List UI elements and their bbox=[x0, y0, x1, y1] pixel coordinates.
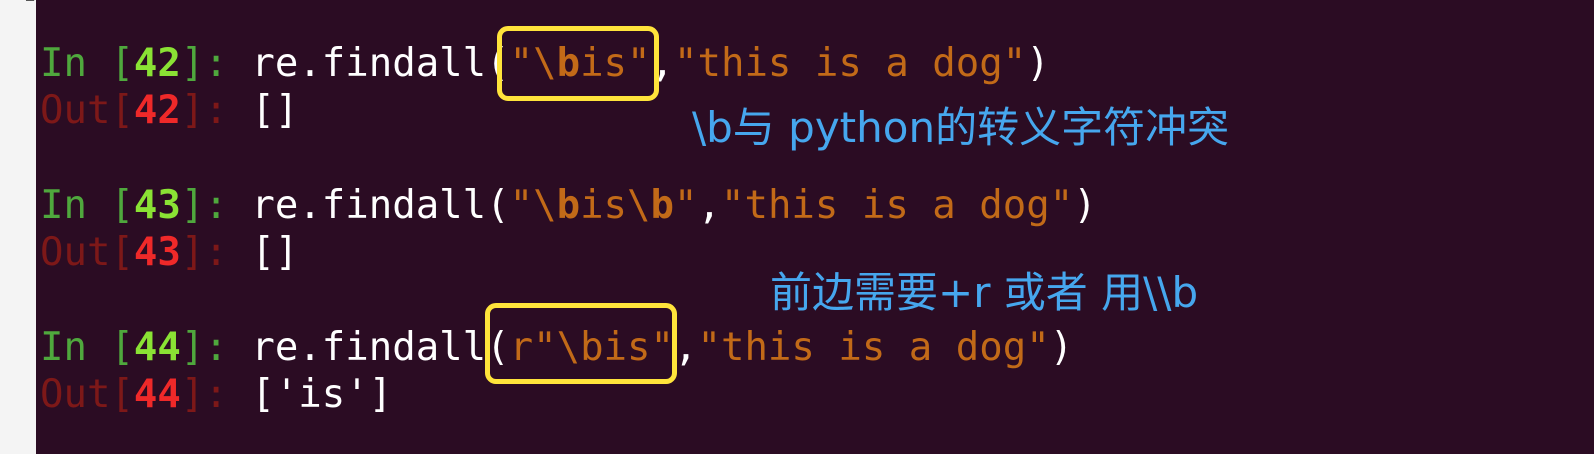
pattern-part-bold: b bbox=[650, 183, 675, 228]
out-prompt-number: 44 bbox=[133, 372, 181, 417]
highlight-box-raw-pattern bbox=[485, 303, 677, 384]
comma: , bbox=[674, 325, 698, 370]
out-prompt-prefix: Out[ bbox=[40, 88, 134, 133]
left-margin: z bbox=[0, 0, 37, 454]
out-prompt-suffix: ]: bbox=[180, 88, 252, 133]
in-prompt-prefix: In [ bbox=[40, 183, 134, 228]
pattern-part: "\ bbox=[509, 183, 557, 228]
in-prompt-suffix: ]: bbox=[180, 183, 252, 228]
pattern-part: " bbox=[674, 183, 698, 228]
in-prompt-suffix: ]: bbox=[180, 325, 252, 370]
in-prompt-suffix: ]: bbox=[180, 41, 252, 86]
annotation-raw-string-fix: 前边需要+r 或者 用\\b bbox=[770, 268, 1199, 317]
in-prompt-number: 42 bbox=[133, 41, 181, 86]
output-line-42: Out[42]: [] bbox=[40, 86, 298, 136]
out-prompt-number: 42 bbox=[133, 88, 181, 133]
pattern-part: is\ bbox=[580, 183, 651, 228]
in-prompt-prefix: In [ bbox=[40, 41, 134, 86]
highlight-box-pattern bbox=[497, 26, 659, 101]
output-line-43: Out[43]: [] bbox=[40, 228, 298, 278]
close-paren: ) bbox=[1049, 325, 1074, 370]
in-prompt-number: 44 bbox=[133, 325, 181, 370]
close-paren: ) bbox=[1073, 183, 1097, 228]
comma: , bbox=[697, 183, 721, 228]
ipython-terminal[interactable]: In [42]: re.findall("\bis","this is a do… bbox=[36, 0, 1594, 454]
argument-string: "this is a dog" bbox=[720, 183, 1074, 228]
output-result: [] bbox=[251, 230, 299, 275]
close-paren: ) bbox=[1026, 41, 1050, 86]
in-prompt-prefix: In [ bbox=[40, 325, 134, 370]
code-function: re.findall( bbox=[251, 41, 510, 86]
corner-glyph: z bbox=[24, 0, 36, 6]
out-prompt-prefix: Out[ bbox=[40, 372, 134, 417]
output-line-44: Out[44]: ['is'] bbox=[40, 370, 392, 420]
code-function: re.findall( bbox=[251, 183, 510, 228]
out-prompt-number: 43 bbox=[133, 230, 181, 275]
in-prompt-number: 43 bbox=[133, 183, 181, 228]
output-result: ['is'] bbox=[251, 372, 393, 417]
out-prompt-suffix: ]: bbox=[180, 230, 252, 275]
input-line-43[interactable]: In [43]: re.findall("\bis\b","this is a … bbox=[40, 181, 1097, 231]
annotation-escape-conflict: \b与 python的转义字符冲突 bbox=[692, 103, 1230, 152]
pattern-string: "\bis\b" bbox=[510, 183, 698, 228]
pattern-part-bold: b bbox=[556, 183, 581, 228]
argument-string: "this is a dog" bbox=[674, 41, 1027, 86]
code-function: re.findall( bbox=[251, 325, 510, 370]
out-prompt-suffix: ]: bbox=[180, 372, 252, 417]
output-result: [] bbox=[251, 88, 299, 133]
argument-string: "this is a dog" bbox=[697, 325, 1050, 370]
out-prompt-prefix: Out[ bbox=[40, 230, 134, 275]
